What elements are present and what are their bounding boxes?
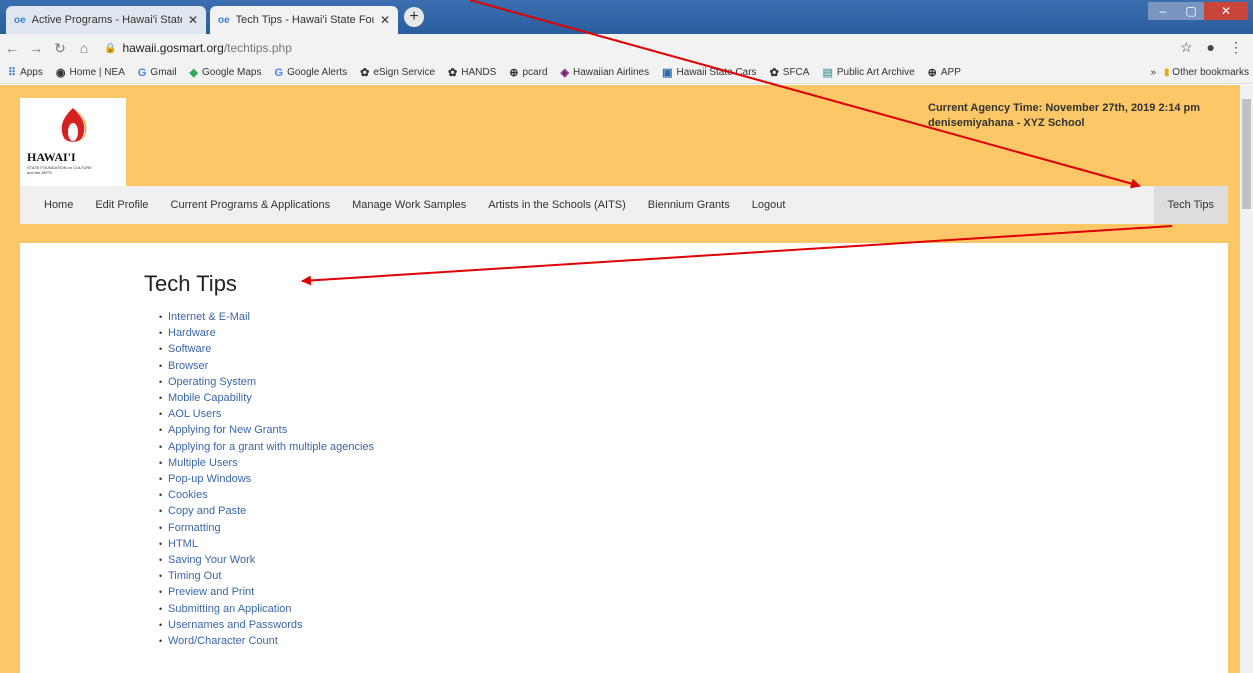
nav-edit-profile[interactable]: Edit Profile [84,186,159,224]
content-panel: Tech Tips Internet & E-Mail Hardware Sof… [20,243,1228,673]
nea-icon: ◉ [55,67,66,79]
tip-link[interactable]: Internet & E-Mail [159,309,374,325]
more-bookmarks-button[interactable]: » [1150,67,1156,78]
agency-info: Current Agency Time: November 27th, 2019… [928,101,1200,131]
bookmark-sfca[interactable]: ✿ SFCA [770,66,810,79]
tip-link[interactable]: Cookies [159,487,374,503]
url-host: hawaii.gosmart.org [122,41,224,55]
tip-link[interactable]: Formatting [159,520,374,536]
reload-icon[interactable]: ↻ [48,40,72,57]
tip-link[interactable]: Preview and Print [159,584,374,600]
browser-toolbar: ← → ↻ ⌂ 🔒 hawaii.gosmart.org/techtips.ph… [0,34,1253,62]
hsfca-logo[interactable]: HAWAI'I STATE FOUNDATION on CULTURE and … [20,98,126,187]
menu-icon[interactable]: ⋮ [1229,39,1243,56]
url-path: /techtips.php [223,41,292,55]
tech-tips-list: Internet & E-Mail Hardware Software Brow… [159,309,374,649]
star-icon[interactable]: ☆ [1180,39,1193,56]
back-icon[interactable]: ← [0,40,24,56]
bookmark-hawaiian-airlines[interactable]: ◈ Hawaiian Airlines [561,66,650,79]
close-icon[interactable]: ✕ [188,13,198,27]
nav-biennium-grants[interactable]: Biennium Grants [637,186,741,224]
bookmark-app[interactable]: ⊕ APP [928,66,961,79]
tip-link[interactable]: Copy and Paste [159,503,374,519]
tip-link[interactable]: Multiple Users [159,455,374,471]
favicon-icon: oe [218,14,230,26]
new-tab-button[interactable]: + [404,7,424,27]
tip-link[interactable]: Saving Your Work [159,552,374,568]
browser-tab-tech-tips[interactable]: oe Tech Tips - Hawai'i State Founda ✕ [210,6,398,34]
other-bookmarks-button[interactable]: ▮ Other bookmarks [1164,67,1249,78]
current-user: denisemiyahana - XYZ School [928,117,1085,129]
window-close-button[interactable]: ✕ [1204,2,1248,20]
apps-icon: ⠿ [8,67,17,79]
tip-link[interactable]: HTML [159,536,374,552]
bookmark-gmail[interactable]: G Gmail [138,67,177,79]
nav-home[interactable]: Home [20,186,84,224]
tip-link[interactable]: Browser [159,358,374,374]
logo-subtitle: STATE FOUNDATION on CULTURE and the ARTS [27,165,92,175]
profile-icon[interactable]: ● [1207,39,1215,56]
google-icon: G [274,66,284,79]
tip-link[interactable]: Submitting an Application [159,601,374,617]
globe-icon: ⊕ [927,67,937,79]
car-icon: ▣ [662,67,673,79]
bookmark-hands[interactable]: ✿ HANDS [448,66,496,79]
flame-logo-icon [61,108,87,142]
tip-link[interactable]: Timing Out [159,568,374,584]
nav-manage-work-samples[interactable]: Manage Work Samples [341,186,477,224]
maps-icon: ◆ [189,67,199,79]
scrollbar-thumb[interactable] [1242,99,1251,209]
tip-link[interactable]: Word/Character Count [159,633,374,649]
archive-icon: ▤ [822,67,833,79]
minimize-button[interactable]: – [1148,2,1178,20]
tab-label: Tech Tips - Hawai'i State Founda [235,14,374,26]
airline-icon: ◈ [560,67,569,79]
bookmark-nea[interactable]: ◉ Home | NEA [56,66,125,79]
address-bar[interactable]: 🔒 hawaii.gosmart.org/techtips.php [104,41,292,55]
agency-time: Current Agency Time: November 27th, 2019… [928,102,1201,114]
google-icon: G [137,66,147,79]
tip-link[interactable]: Pop-up Windows [159,471,374,487]
tip-link[interactable]: Applying for New Grants [159,422,374,438]
favicon-icon: oe [14,14,26,26]
bookmarks-bar: ⠿ Apps ◉ Home | NEA G Gmail ◆ Google Maps GG… [0,62,1253,84]
folder-icon: ▮ [1164,67,1170,78]
page-scrollbar[interactable] [1240,85,1253,673]
tip-link[interactable]: Usernames and Passwords [159,617,374,633]
gear-icon: ✿ [448,67,458,79]
bookmark-public-art-archive[interactable]: ▤ Public Art Archive [822,66,914,79]
bookmark-google-alerts[interactable]: G Google Alerts [275,67,348,79]
tip-link[interactable]: Hardware [159,325,374,341]
bookmark-apps[interactable]: ⠿ Apps [8,66,43,79]
browser-tab-strip: oe Active Programs - Hawai'i State F ✕ o… [0,0,1253,34]
tab-label: Active Programs - Hawai'i State F [31,14,182,26]
close-icon[interactable]: ✕ [380,13,390,27]
nav-logout[interactable]: Logout [741,186,797,224]
tip-link[interactable]: Software [159,341,374,357]
browser-tab-active-programs[interactable]: oe Active Programs - Hawai'i State F ✕ [6,6,206,34]
nav-tech-tips[interactable]: Tech Tips [1153,186,1228,224]
gear-icon: ✿ [769,67,779,79]
globe-icon: ⊕ [509,67,519,79]
tip-link[interactable]: Mobile Capability [159,390,374,406]
bookmark-google-maps[interactable]: ◆ Google Maps [190,66,262,79]
tip-link[interactable]: Applying for a grant with multiple agenc… [159,439,374,455]
page-title: Tech Tips [144,271,237,296]
bookmark-hawaii-state-cars[interactable]: ▣ Hawaii State Cars [662,66,756,79]
nav-current-programs[interactable]: Current Programs & Applications [160,186,342,224]
lock-icon: 🔒 [104,42,117,54]
nav-artists-in-schools[interactable]: Artists in the Schools (AITS) [477,186,637,224]
home-icon[interactable]: ⌂ [72,40,96,56]
maximize-button[interactable]: ▢ [1178,2,1204,20]
tip-link[interactable]: Operating System [159,374,374,390]
bookmark-pcard[interactable]: ⊕ pcard [509,66,547,79]
main-nav: Home Edit Profile Current Programs & App… [20,186,1228,224]
logo-wordmark: HAWAI'I [27,150,76,164]
page-body: HAWAI'I STATE FOUNDATION on CULTURE and … [0,85,1240,673]
forward-icon[interactable]: → [24,40,48,56]
gear-icon: ✿ [360,67,370,79]
bookmark-esign[interactable]: ✿ eSign Service [360,66,435,79]
tip-link[interactable]: AOL Users [159,406,374,422]
